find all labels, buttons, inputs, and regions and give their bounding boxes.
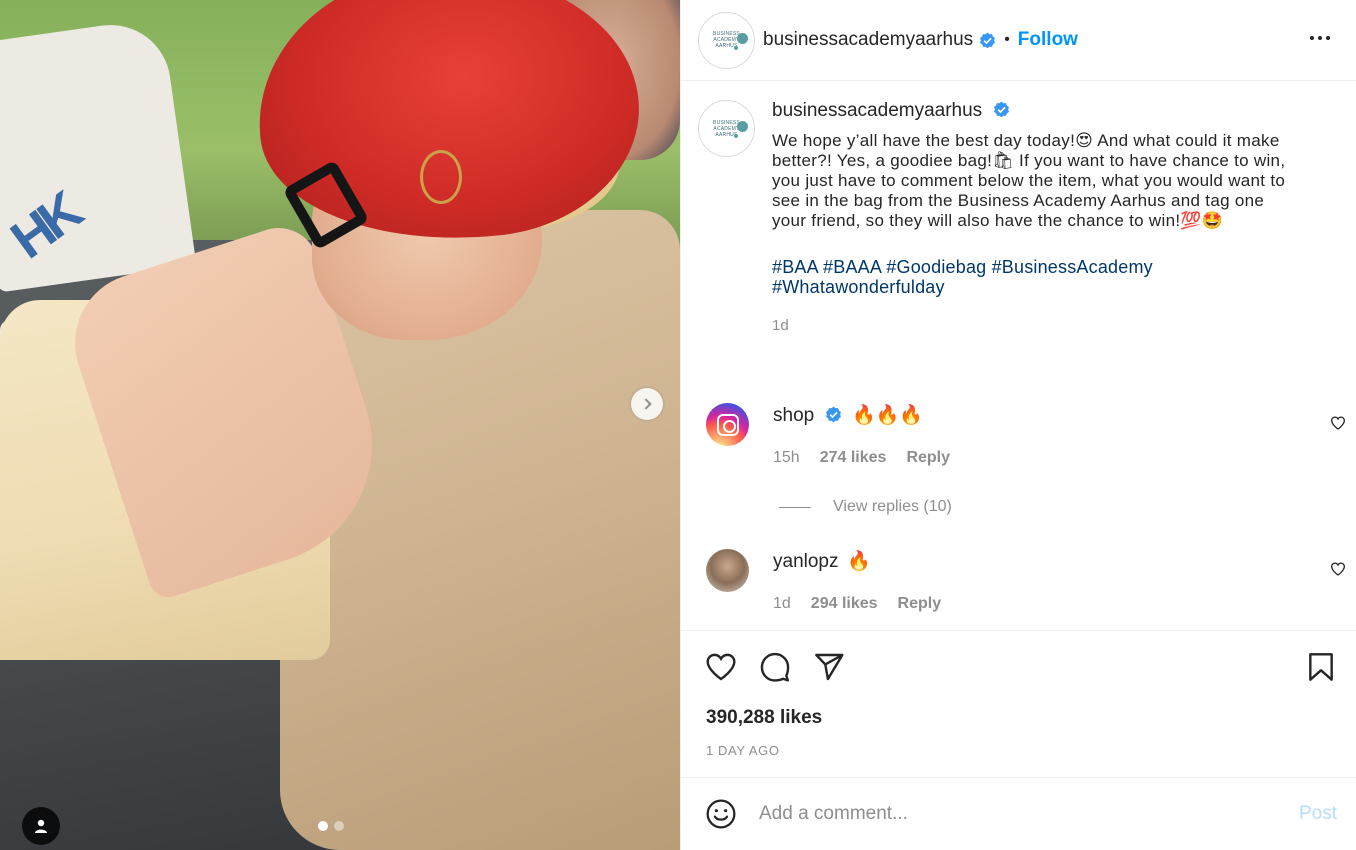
comment-text: 🔥	[846, 551, 871, 572]
comment-bubble-icon[interactable]	[759, 651, 791, 683]
comment-likes[interactable]: 274 likes	[820, 449, 887, 467]
comment-item: shop 🔥🔥🔥 15h 274 likes Reply	[706, 403, 1346, 467]
avatar-logo-dot	[737, 121, 748, 132]
verified-badge-icon	[993, 101, 1009, 118]
post-comment-button[interactable]: Post	[1299, 803, 1337, 825]
verified-badge-icon	[980, 32, 996, 48]
comment-body: yanlopz 🔥 1d 294 likes Reply	[773, 549, 941, 613]
avatar-logo-dot	[737, 32, 748, 44]
comment-item: yanlopz 🔥 1d 294 likes Reply	[706, 549, 1346, 613]
heart-icon[interactable]	[705, 651, 737, 683]
comment-username[interactable]: yanlopz	[773, 551, 839, 572]
post-details-panel: BUSINESS ACADEMY AARHUS businessacademya…	[680, 0, 1356, 850]
view-replies-label: View replies (10)	[833, 498, 952, 515]
post-actions: 390,288 likes 1 DAY AGO	[681, 630, 1356, 777]
likes-count[interactable]: 390,288 likes	[706, 707, 822, 729]
action-icons	[705, 651, 845, 683]
view-replies-button[interactable]: View replies (10)	[779, 498, 952, 516]
bag-logo: HK	[0, 182, 89, 271]
tagged-users-button[interactable]	[22, 807, 60, 845]
comment-like-heart-icon[interactable]	[1330, 561, 1346, 577]
post-caption: BUSINESS ACADEMY AARHUS businessacademya…	[698, 100, 1338, 334]
comment-meta: 1d 294 likes Reply	[773, 595, 941, 613]
comment-avatar[interactable]	[706, 549, 749, 592]
hoop-earring	[420, 150, 462, 204]
caption-avatar[interactable]: BUSINESS ACADEMY AARHUS	[698, 100, 755, 157]
avatar[interactable]: BUSINESS ACADEMY AARHUS	[698, 11, 755, 69]
separator-dot: •	[1004, 31, 1010, 48]
comment-input[interactable]	[759, 803, 1259, 825]
caption-text: We hope y’all have the best day today!😍 …	[772, 131, 1286, 230]
emoji-icon[interactable]	[705, 798, 737, 830]
post-date[interactable]: 1 DAY AGO	[706, 743, 780, 758]
verified-badge-icon	[825, 406, 841, 423]
comment-like-heart-icon[interactable]	[1330, 415, 1346, 431]
carousel-dot-2	[334, 821, 344, 831]
caption-hashtags[interactable]: #BAA #BAAA #Goodiebag #BusinessAcademy #…	[772, 257, 1292, 297]
comment-timestamp[interactable]: 1d	[773, 595, 791, 613]
post-photo[interactable]: HK	[0, 0, 680, 850]
more-options-icon[interactable]	[1310, 36, 1330, 40]
avatar-logo-dot-small	[734, 45, 738, 50]
bookmark-icon[interactable]	[1305, 651, 1337, 683]
more-dot	[1318, 36, 1322, 40]
reply-button[interactable]: Reply	[898, 595, 942, 613]
chevron-right-icon	[639, 398, 652, 410]
view-replies-line	[779, 506, 811, 508]
reply-button[interactable]: Reply	[906, 449, 950, 467]
caption-timestamp[interactable]: 1d	[772, 317, 1292, 334]
carousel-indicator	[318, 821, 344, 831]
comment-timestamp[interactable]: 15h	[773, 449, 800, 467]
more-dot	[1310, 36, 1314, 40]
paper-plane-icon[interactable]	[813, 651, 845, 683]
avatar-logo-dot-small	[734, 134, 738, 138]
carousel-dot-1	[318, 821, 328, 831]
comment-meta: 15h 274 likes Reply	[773, 449, 950, 467]
username-link[interactable]: businessacademyaarhus	[763, 29, 973, 51]
caption-body: businessacademyaarhus We hope y’all have…	[772, 100, 1292, 334]
user-tag-icon	[35, 819, 47, 833]
more-dot	[1326, 36, 1330, 40]
post-header: BUSINESS ACADEMY AARHUS businessacademya…	[681, 0, 1356, 81]
comment-likes[interactable]: 294 likes	[811, 595, 878, 613]
comment-text: 🔥🔥🔥	[852, 405, 924, 426]
follow-button[interactable]: Follow	[1018, 29, 1078, 51]
instagram-logo-icon	[716, 413, 739, 436]
caption-username[interactable]: businessacademyaarhus	[772, 100, 982, 121]
comment-avatar[interactable]	[706, 403, 749, 446]
comment-body: shop 🔥🔥🔥 15h 274 likes Reply	[773, 403, 950, 467]
comment-username[interactable]: shop	[773, 405, 814, 426]
carousel-next-button[interactable]	[631, 388, 663, 420]
likes-count-text: 390,288 likes	[706, 707, 823, 728]
add-comment-bar: Post	[681, 777, 1356, 850]
